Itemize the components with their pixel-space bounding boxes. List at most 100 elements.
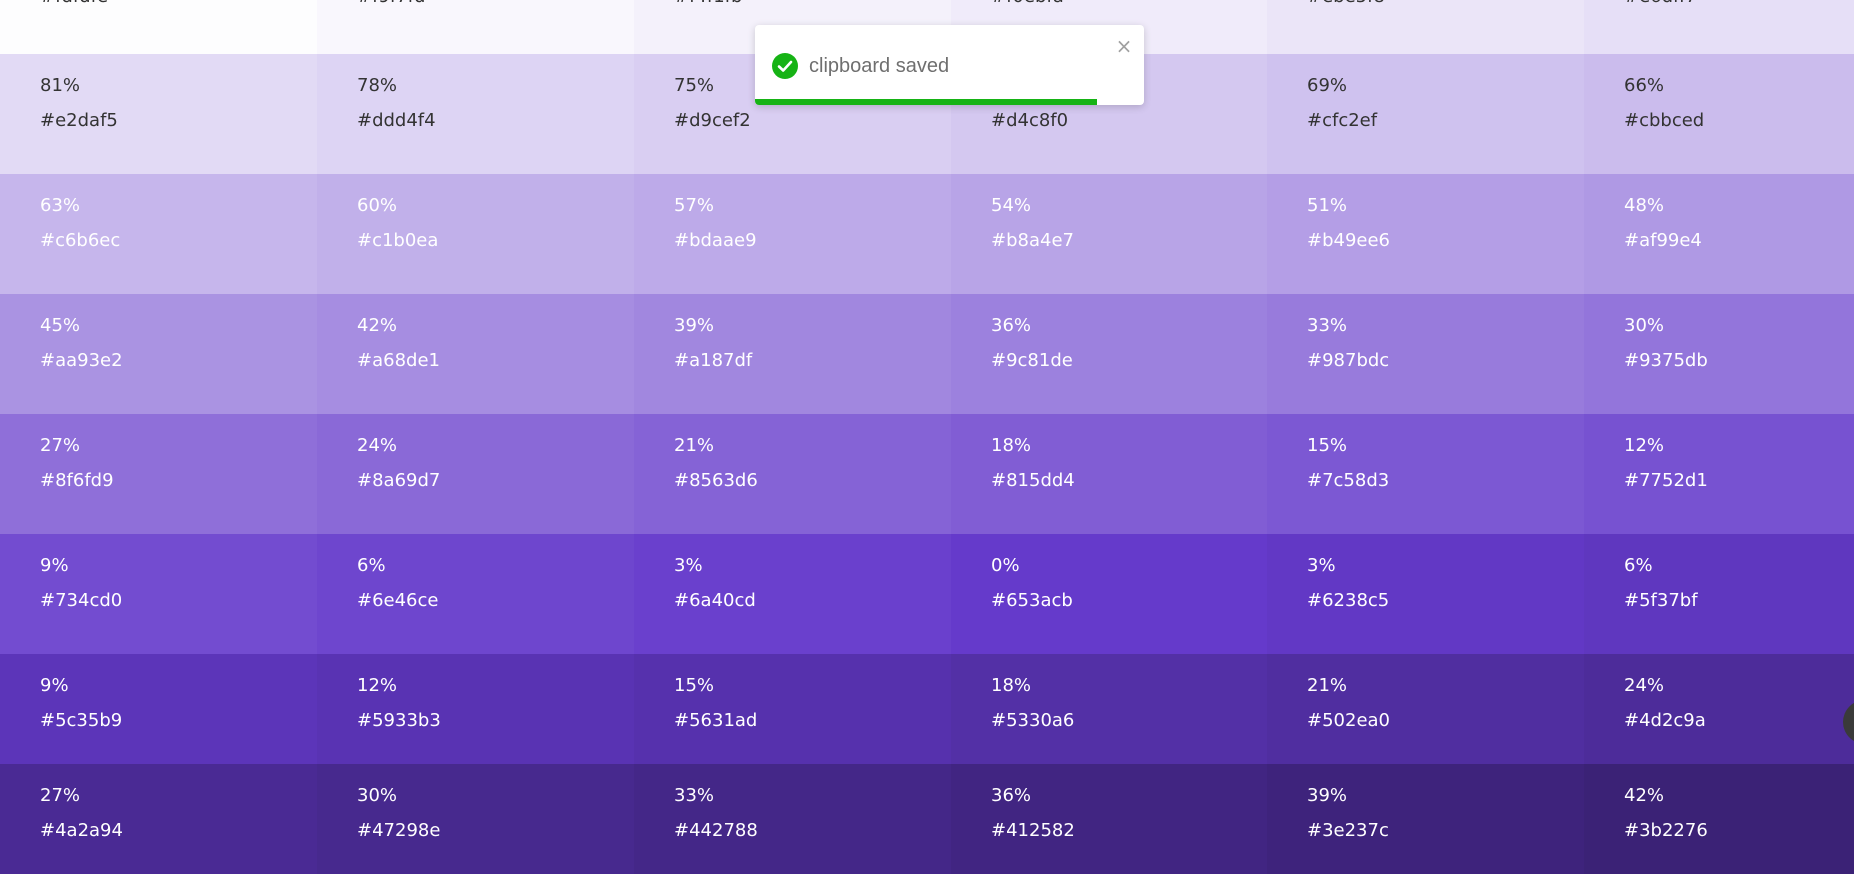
swatch-percentage: 36% <box>991 315 1032 336</box>
swatch-percentage: 42% <box>1624 785 1665 806</box>
color-swatch[interactable]: 36% #412582 <box>951 764 1267 874</box>
swatch-percentage: 36% <box>991 785 1032 806</box>
swatch-percentage: 0% <box>991 555 1020 576</box>
swatch-hex-code: #734cd0 <box>40 590 123 611</box>
color-swatch[interactable]: 12% #5933b3 <box>317 654 634 764</box>
swatch-hex-code: #aa93e2 <box>40 350 123 371</box>
color-swatch[interactable]: 0% #653acb <box>951 534 1267 654</box>
color-swatch[interactable]: 6% #5f37bf <box>1584 534 1854 654</box>
swatch-percentage: 66% <box>1624 75 1665 96</box>
color-swatch[interactable]: 21% #502ea0 <box>1267 654 1584 764</box>
swatch-hex-code: #815dd4 <box>991 470 1075 491</box>
swatch-hex-code: #987bdc <box>1307 350 1390 371</box>
color-swatch[interactable]: #fdfdfe <box>0 0 317 54</box>
color-swatch[interactable]: 60% #c1b0ea <box>317 174 634 294</box>
color-swatch[interactable]: 30% #9375db <box>1584 294 1854 414</box>
color-swatch[interactable]: 57% #bdaae9 <box>634 174 951 294</box>
swatch-percentage: 78% <box>357 75 398 96</box>
color-swatch[interactable]: 81% #e2daf5 <box>0 54 317 174</box>
swatch-hex-code: #b49ee6 <box>1307 230 1391 251</box>
palette-grid: #fdfdfe #f9f7fd #f4f1fb #f0ebfa #ebe5f8 #e6df… <box>0 0 1854 874</box>
swatch-hex-code: #f4f1fb <box>674 0 742 8</box>
swatch-percentage: 30% <box>1624 315 1665 336</box>
swatch-percentage: 81% <box>40 75 81 96</box>
color-swatch[interactable]: 24% #8a69d7 <box>317 414 634 534</box>
palette-row: 9% #5c35b9 12% #5933b3 15% #5631ad 18% #5330a6 2… <box>0 654 1854 764</box>
color-swatch[interactable]: 33% #442788 <box>634 764 951 874</box>
swatch-percentage: 9% <box>40 555 69 576</box>
swatch-hex-code: #7c58d3 <box>1307 470 1390 491</box>
color-swatch[interactable]: 30% #47298e <box>317 764 634 874</box>
color-swatch[interactable]: #ebe5f8 <box>1267 0 1584 54</box>
swatch-percentage: 15% <box>674 675 715 696</box>
swatch-percentage: 27% <box>40 435 81 456</box>
color-swatch[interactable]: 9% #5c35b9 <box>0 654 317 764</box>
color-swatch[interactable]: 27% #4a2a94 <box>0 764 317 874</box>
color-swatch[interactable]: 15% #5631ad <box>634 654 951 764</box>
color-swatch[interactable]: 39% #a187df <box>634 294 951 414</box>
swatch-percentage: 24% <box>1624 675 1665 696</box>
swatch-hex-code: #47298e <box>357 820 441 841</box>
color-swatch[interactable]: 27% #8f6fd9 <box>0 414 317 534</box>
swatch-percentage: 51% <box>1307 195 1348 216</box>
color-swatch[interactable]: 3% #6a40cd <box>634 534 951 654</box>
color-swatch[interactable]: 15% #7c58d3 <box>1267 414 1584 534</box>
swatch-hex-code: #bdaae9 <box>674 230 757 251</box>
swatch-percentage: 54% <box>991 195 1032 216</box>
color-swatch[interactable]: 63% #c6b6ec <box>0 174 317 294</box>
color-swatch[interactable]: 48% #af99e4 <box>1584 174 1854 294</box>
swatch-hex-code: #442788 <box>674 820 758 841</box>
toast-message: clipboard saved <box>809 55 950 77</box>
swatch-hex-code: #e6dff7 <box>1624 0 1697 8</box>
swatch-percentage: 21% <box>1307 675 1348 696</box>
color-swatch[interactable]: 24% #4d2c9a <box>1584 654 1854 764</box>
swatch-hex-code: #9c81de <box>991 350 1073 371</box>
color-swatch[interactable]: 18% #815dd4 <box>951 414 1267 534</box>
swatch-percentage: 3% <box>1307 555 1336 576</box>
palette-row: 27% #4a2a94 30% #47298e 33% #442788 36% #412582… <box>0 764 1854 874</box>
swatch-hex-code: #3e237c <box>1307 820 1389 841</box>
color-swatch[interactable]: 33% #987bdc <box>1267 294 1584 414</box>
color-swatch[interactable]: 54% #b8a4e7 <box>951 174 1267 294</box>
swatch-percentage: 69% <box>1307 75 1348 96</box>
color-swatch[interactable]: 36% #9c81de <box>951 294 1267 414</box>
color-swatch[interactable]: #e6dff7 <box>1584 0 1854 54</box>
color-swatch[interactable]: 42% #3b2276 <box>1584 764 1854 874</box>
color-swatch[interactable]: 45% #aa93e2 <box>0 294 317 414</box>
color-swatch[interactable]: 69% #cfc2ef <box>1267 54 1584 174</box>
color-swatch[interactable]: 51% #b49ee6 <box>1267 174 1584 294</box>
swatch-percentage: 9% <box>40 675 69 696</box>
color-swatch[interactable]: 12% #7752d1 <box>1584 414 1854 534</box>
color-swatch[interactable]: 42% #a68de1 <box>317 294 634 414</box>
swatch-hex-code: #412582 <box>991 820 1075 841</box>
swatch-percentage: 45% <box>40 315 81 336</box>
color-swatch[interactable]: 21% #8563d6 <box>634 414 951 534</box>
close-icon[interactable]: × <box>1113 35 1135 57</box>
color-swatch[interactable]: 6% #6e46ce <box>317 534 634 654</box>
color-swatch[interactable]: 39% #3e237c <box>1267 764 1584 874</box>
swatch-percentage: 33% <box>674 785 715 806</box>
palette-row: 27% #8f6fd9 24% #8a69d7 21% #8563d6 18% #815dd4… <box>0 414 1854 534</box>
swatch-percentage: 12% <box>357 675 398 696</box>
swatch-hex-code: #cfc2ef <box>1307 110 1378 131</box>
swatch-percentage: 27% <box>40 785 81 806</box>
swatch-percentage: 18% <box>991 675 1032 696</box>
swatch-hex-code: #4a2a94 <box>40 820 123 841</box>
swatch-hex-code: #3b2276 <box>1624 820 1708 841</box>
color-swatch[interactable]: 9% #734cd0 <box>0 534 317 654</box>
swatch-hex-code: #8f6fd9 <box>40 470 114 491</box>
color-swatch[interactable]: 78% #ddd4f4 <box>317 54 634 174</box>
swatch-hex-code: #5631ad <box>674 710 758 731</box>
swatch-hex-code: #8a69d7 <box>357 470 441 491</box>
toast-progress-fill <box>755 99 1098 105</box>
toast-notification: clipboard saved × <box>755 25 1144 105</box>
swatch-hex-code: #6e46ce <box>357 590 439 611</box>
swatch-percentage: 15% <box>1307 435 1348 456</box>
color-swatch[interactable]: #f9f7fd <box>317 0 634 54</box>
swatch-hex-code: #c1b0ea <box>357 230 439 251</box>
color-swatch[interactable]: 66% #cbbced <box>1584 54 1854 174</box>
color-swatch[interactable]: 18% #5330a6 <box>951 654 1267 764</box>
color-swatch[interactable]: 3% #6238c5 <box>1267 534 1584 654</box>
swatch-percentage: 24% <box>357 435 398 456</box>
toast-progress-bar <box>755 99 1144 105</box>
